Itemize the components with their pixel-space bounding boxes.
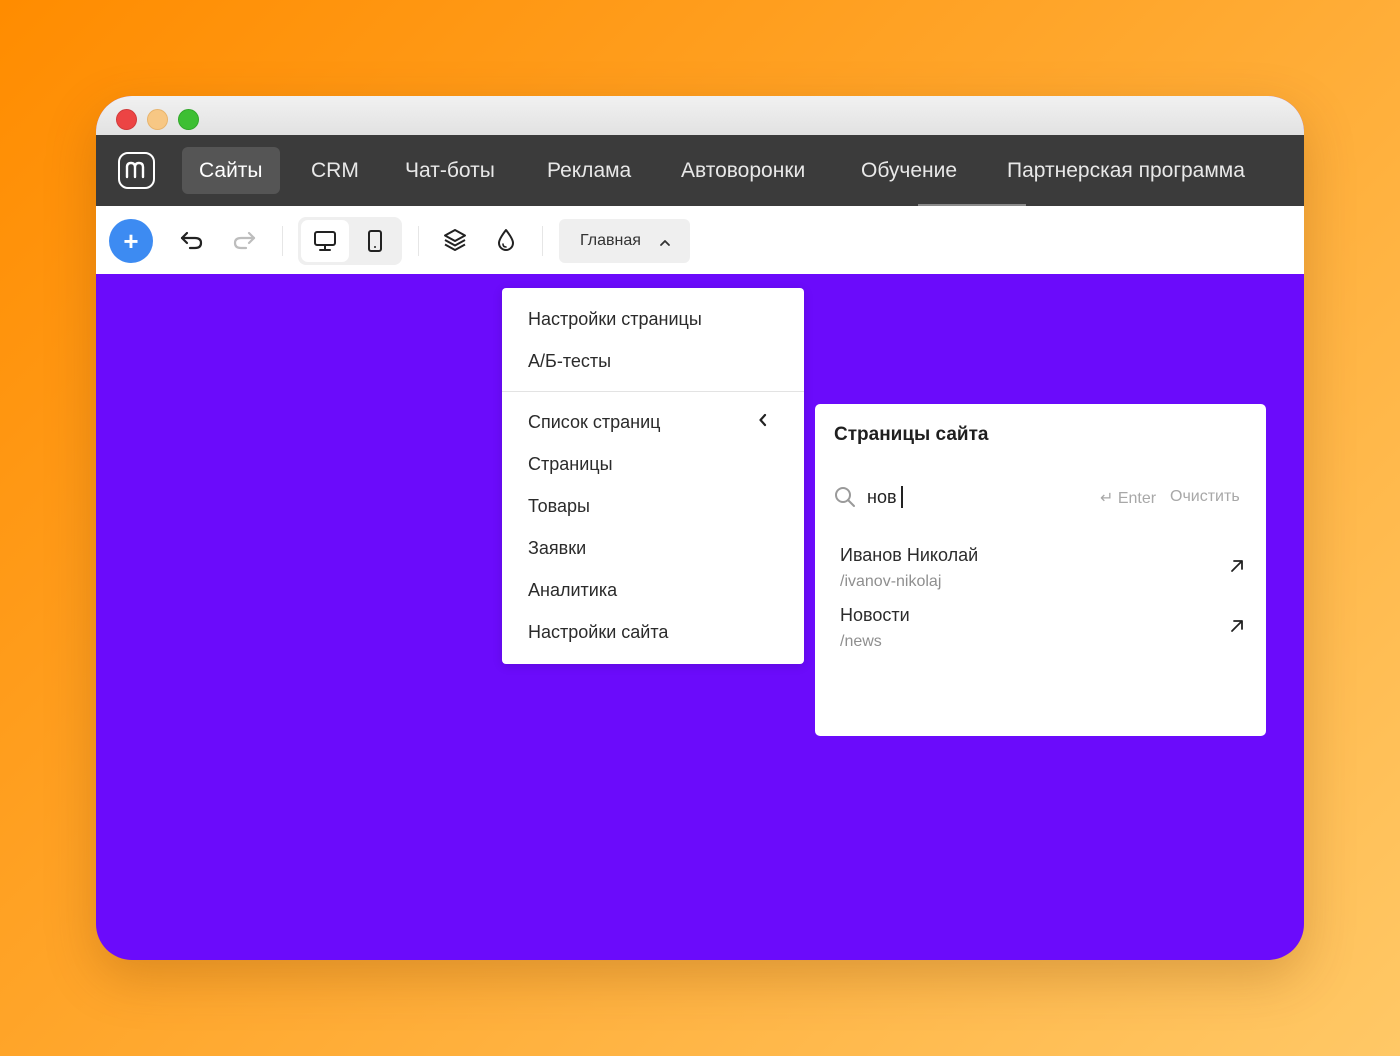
toolbar-divider [542, 226, 543, 256]
search-result-item[interactable]: Иванов Николай /ivanov-nikolaj [840, 545, 1245, 601]
menu-item-page-list[interactable]: Список страниц [528, 412, 660, 433]
app-window: Сайты CRM Чат-боты Реклама Автоворонки О… [96, 96, 1304, 960]
menu-item-page-settings[interactable]: Настройки страницы [528, 309, 702, 330]
nav-item-education[interactable]: Обучение [844, 147, 974, 194]
page-select-label: Главная [580, 232, 641, 249]
result-title: Иванов Николай [840, 545, 979, 565]
menu-item-requests[interactable]: Заявки [528, 538, 586, 559]
nav-item-sites[interactable]: Сайты [182, 147, 280, 194]
toolbar-divider [282, 226, 283, 256]
chevron-up-icon [659, 235, 671, 253]
undo-icon[interactable] [176, 224, 208, 256]
text-cursor [901, 486, 903, 508]
open-arrow-icon[interactable] [1229, 618, 1245, 639]
clear-search-button[interactable]: Очистить [1170, 488, 1240, 506]
menu-item-pages[interactable]: Страницы [528, 454, 613, 475]
drop-icon[interactable] [489, 223, 523, 257]
menu-divider [502, 391, 804, 392]
site-pages-panel: Страницы сайта ↵ Enter Очистить Иванов Н… [815, 404, 1266, 736]
backdrop: Сайты CRM Чат-боты Реклама Автоворонки О… [0, 0, 1400, 1056]
menu-item-site-settings[interactable]: Настройки сайта [528, 622, 668, 643]
chevron-left-icon [758, 413, 768, 432]
page-search-input[interactable] [867, 484, 1087, 510]
app-logo-icon[interactable] [118, 152, 155, 189]
window-titlebar [96, 96, 1304, 135]
toolbar-divider [418, 226, 419, 256]
maximize-window-button[interactable] [178, 109, 199, 130]
nav-item-crm[interactable]: CRM [294, 147, 376, 194]
open-arrow-icon[interactable] [1229, 558, 1245, 579]
nav-item-autofunnels[interactable]: Автоворонки [664, 147, 822, 194]
menu-item-analytics[interactable]: Аналитика [528, 580, 617, 601]
nav-item-ads[interactable]: Реклама [530, 147, 648, 194]
mobile-icon[interactable] [352, 220, 398, 262]
enter-hint: ↵ Enter [1100, 490, 1157, 507]
result-title: Новости [840, 605, 910, 625]
desktop-icon[interactable] [301, 220, 349, 262]
top-navigation: Сайты CRM Чат-боты Реклама Автоворонки О… [96, 135, 1304, 206]
editor-toolbar: + Главная [96, 206, 1304, 274]
minimize-window-button[interactable] [147, 109, 168, 130]
panel-title: Страницы сайта [834, 424, 989, 445]
layers-icon[interactable] [438, 223, 472, 257]
close-window-button[interactable] [116, 109, 137, 130]
redo-icon[interactable] [228, 224, 260, 256]
nav-item-partner-program[interactable]: Партнерская программа [990, 147, 1262, 194]
search-result-item[interactable]: Новости /news [840, 605, 1245, 661]
add-block-button[interactable]: + [109, 219, 153, 263]
result-path: /ivanov-nikolaj [840, 573, 942, 590]
result-path: /news [840, 633, 882, 650]
search-icon [833, 485, 857, 514]
page-select-dropdown[interactable]: Главная [559, 219, 690, 263]
nav-item-chatbots[interactable]: Чат-боты [388, 147, 512, 194]
page-menu-dropdown: Настройки страницы А/Б-тесты Список стра… [502, 288, 804, 664]
menu-item-products[interactable]: Товары [528, 496, 590, 517]
menu-item-ab-tests[interactable]: А/Б-тесты [528, 351, 611, 372]
